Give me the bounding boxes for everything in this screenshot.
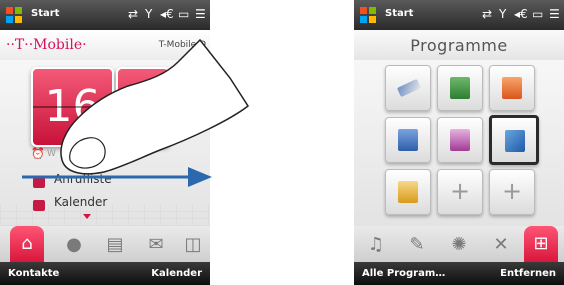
- menu-icon[interactable]: ☰: [549, 7, 560, 21]
- softkey-bar: Kontakte Kalender: [0, 262, 210, 285]
- battery-icon[interactable]: ▭: [532, 7, 543, 21]
- brand-bar: ··T··Mobile· T-Mobile D: [0, 30, 210, 60]
- alarm-label: W: [47, 149, 56, 159]
- tmobile-logo: ··T··Mobile·: [6, 37, 87, 53]
- windows-logo-icon[interactable]: [359, 6, 377, 24]
- title-bar[interactable]: Start ⇄ Y ◂€ ▭ ☰: [354, 0, 564, 30]
- title-text: Start: [385, 8, 414, 19]
- tab-contacts-icon[interactable]: ●: [57, 230, 91, 260]
- tab-camera-icon[interactable]: ◫: [176, 230, 210, 260]
- volume-icon[interactable]: ◂€: [514, 7, 528, 21]
- notes-icon: [396, 78, 422, 98]
- call-history-item[interactable]: Anrufliste: [54, 172, 112, 186]
- connection-icon[interactable]: ⇄: [128, 7, 138, 21]
- tile-explorer[interactable]: [385, 169, 431, 215]
- volume-icon[interactable]: ◂€: [160, 7, 174, 21]
- tab-tools-icon[interactable]: ✎: [400, 230, 434, 260]
- battery-icon[interactable]: ▭: [178, 7, 189, 21]
- signal-icon[interactable]: Y: [145, 7, 152, 21]
- tile-excel[interactable]: [437, 65, 483, 111]
- tab-mail-icon[interactable]: ✉: [139, 230, 173, 260]
- softkey-right[interactable]: Entfernen: [500, 268, 556, 279]
- softkey-right[interactable]: Kalender: [151, 268, 202, 279]
- right-phone-screen: Start ⇄ Y ◂€ ▭ ☰ Programme + + ♫ ✎ ✺ ✕ ⊞…: [354, 0, 564, 285]
- tile-powerpoint[interactable]: [489, 65, 535, 111]
- softkey-bar: Alle Program… Entfernen: [354, 262, 564, 285]
- tab-bar: ⌂ ● ▤ ✉ ◫: [0, 226, 210, 262]
- programs-title: Programme: [410, 36, 508, 55]
- menu-icon[interactable]: ☰: [195, 7, 206, 21]
- tab-settings-icon[interactable]: ✺: [442, 230, 476, 260]
- powerpoint-icon: [502, 77, 522, 99]
- softkey-left[interactable]: Alle Program…: [362, 268, 445, 279]
- explorer-icon: [398, 181, 418, 203]
- word-icon: [398, 129, 418, 151]
- left-phone-screen: Start ⇄ Y ◂€ ▭ ☰ ··T··Mobile· T-Mobile D…: [0, 0, 210, 285]
- excel-icon: [450, 77, 470, 99]
- calendar-icon: [33, 200, 45, 211]
- connection-icon[interactable]: ⇄: [482, 7, 492, 21]
- notes2-icon: [505, 130, 525, 152]
- tab-messages-icon[interactable]: ▤: [98, 230, 132, 260]
- add-icon: +: [449, 177, 471, 205]
- tile-onenote[interactable]: [437, 117, 483, 163]
- add-icon: +: [501, 177, 523, 205]
- title-bar[interactable]: Start ⇄ Y ◂€ ▭ ☰: [0, 0, 210, 30]
- tile-notes[interactable]: [385, 65, 431, 111]
- tab-wrench-icon[interactable]: ✕: [484, 230, 518, 260]
- tile-notes2-selected[interactable]: [489, 115, 539, 165]
- signal-icon[interactable]: Y: [499, 7, 506, 21]
- tab-home-icon[interactable]: ⌂: [10, 226, 44, 262]
- title-text: Start: [31, 8, 60, 19]
- clock-month[interactable]: 4: [116, 67, 170, 147]
- call-history-icon: [33, 177, 45, 188]
- tab-bar: ♫ ✎ ✺ ✕ ⊞: [354, 226, 564, 262]
- programs-header: Programme: [354, 30, 564, 60]
- softkey-left[interactable]: Kontakte: [8, 268, 59, 279]
- alarm-icon: ⏰: [31, 147, 45, 160]
- clock-day[interactable]: 16: [31, 67, 114, 147]
- tab-music-icon[interactable]: ♫: [359, 230, 393, 260]
- chevron-down-icon[interactable]: [83, 214, 91, 219]
- tile-add-2[interactable]: +: [489, 169, 535, 215]
- calendar-item[interactable]: Kalender: [54, 195, 107, 209]
- tab-programs-icon[interactable]: ⊞: [524, 226, 558, 262]
- operator-name: T-Mobile D: [158, 40, 206, 50]
- onenote-icon: [450, 129, 470, 151]
- windows-logo-icon[interactable]: [5, 6, 23, 24]
- tile-add-1[interactable]: +: [437, 169, 483, 215]
- tile-word[interactable]: [385, 117, 431, 163]
